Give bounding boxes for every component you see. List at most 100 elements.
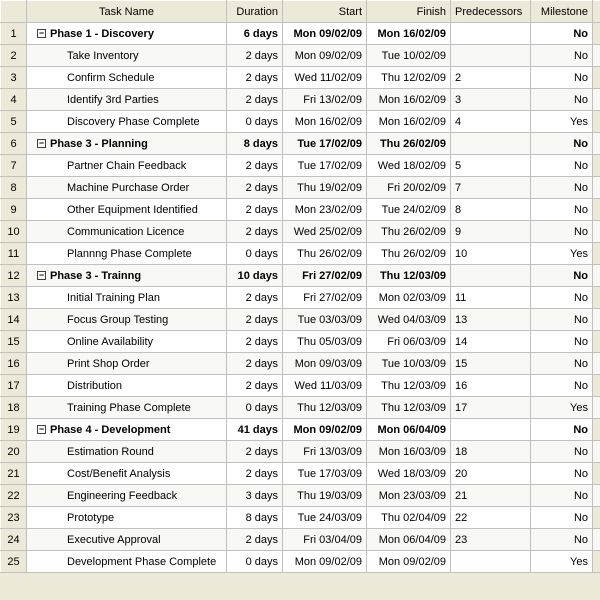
task-name-cell[interactable]: Machine Purchase Order <box>27 177 227 199</box>
milestone-cell[interactable]: No <box>531 133 593 155</box>
duration-cell[interactable]: 2 days <box>227 67 283 89</box>
start-cell[interactable]: Thu 19/02/09 <box>283 177 367 199</box>
row-number[interactable]: 23 <box>1 507 27 529</box>
table-row[interactable]: 25Development Phase Complete0 daysMon 09… <box>1 551 600 573</box>
predecessors-cell[interactable]: 2 <box>451 67 531 89</box>
col-header-milestone[interactable]: Milestone <box>531 1 593 23</box>
table-row[interactable]: 9Other Equipment Identified2 daysMon 23/… <box>1 199 600 221</box>
start-cell[interactable]: Fri 27/02/09 <box>283 287 367 309</box>
row-number[interactable]: 7 <box>1 155 27 177</box>
start-cell[interactable]: Tue 24/03/09 <box>283 507 367 529</box>
start-cell[interactable]: Mon 09/03/09 <box>283 353 367 375</box>
table-row[interactable]: 15Online Availability2 daysThu 05/03/09F… <box>1 331 600 353</box>
task-name-cell[interactable]: Print Shop Order <box>27 353 227 375</box>
duration-cell[interactable]: 6 days <box>227 23 283 45</box>
predecessors-cell[interactable] <box>451 45 531 67</box>
duration-cell[interactable]: 2 days <box>227 463 283 485</box>
predecessors-cell[interactable]: 9 <box>451 221 531 243</box>
task-name-cell[interactable]: Other Equipment Identified <box>27 199 227 221</box>
duration-cell[interactable]: 2 days <box>227 375 283 397</box>
table-row[interactable]: 18Training Phase Complete0 daysThu 12/03… <box>1 397 600 419</box>
milestone-cell[interactable]: No <box>531 331 593 353</box>
predecessors-cell[interactable]: 16 <box>451 375 531 397</box>
task-name-cell[interactable]: Take Inventory <box>27 45 227 67</box>
start-cell[interactable]: Wed 11/03/09 <box>283 375 367 397</box>
row-number[interactable]: 13 <box>1 287 27 309</box>
duration-cell[interactable]: 2 days <box>227 353 283 375</box>
milestone-cell[interactable]: No <box>531 67 593 89</box>
row-number[interactable]: 24 <box>1 529 27 551</box>
task-name-cell[interactable]: Estimation Round <box>27 441 227 463</box>
duration-cell[interactable]: 10 days <box>227 265 283 287</box>
table-row[interactable]: 8Machine Purchase Order2 daysThu 19/02/0… <box>1 177 600 199</box>
predecessors-cell[interactable] <box>451 23 531 45</box>
milestone-cell[interactable]: Yes <box>531 243 593 265</box>
row-number[interactable]: 6 <box>1 133 27 155</box>
predecessors-cell[interactable] <box>451 133 531 155</box>
predecessors-cell[interactable]: 5 <box>451 155 531 177</box>
finish-cell[interactable]: Fri 20/02/09 <box>367 177 451 199</box>
col-header-pred[interactable]: Predecessors <box>451 1 531 23</box>
task-name-cell[interactable]: Plannng Phase Complete <box>27 243 227 265</box>
table-row[interactable]: 12−Phase 3 - Trainng10 daysFri 27/02/09T… <box>1 265 600 287</box>
finish-cell[interactable]: Wed 04/03/09 <box>367 309 451 331</box>
row-number[interactable]: 3 <box>1 67 27 89</box>
start-cell[interactable]: Thu 26/02/09 <box>283 243 367 265</box>
start-cell[interactable]: Fri 13/03/09 <box>283 441 367 463</box>
col-header-start[interactable]: Start <box>283 1 367 23</box>
finish-cell[interactable]: Thu 26/02/09 <box>367 221 451 243</box>
start-cell[interactable]: Mon 23/02/09 <box>283 199 367 221</box>
task-name-cell[interactable]: Partner Chain Feedback <box>27 155 227 177</box>
row-number[interactable]: 25 <box>1 551 27 573</box>
finish-cell[interactable]: Tue 10/03/09 <box>367 353 451 375</box>
finish-cell[interactable]: Mon 16/02/09 <box>367 89 451 111</box>
row-number[interactable]: 15 <box>1 331 27 353</box>
table-row[interactable]: 16Print Shop Order2 daysMon 09/03/09Tue … <box>1 353 600 375</box>
start-cell[interactable]: Thu 19/03/09 <box>283 485 367 507</box>
finish-cell[interactable]: Mon 09/02/09 <box>367 551 451 573</box>
finish-cell[interactable]: Mon 23/03/09 <box>367 485 451 507</box>
task-grid[interactable]: Task Name Duration Start Finish Predeces… <box>0 0 600 573</box>
task-name-cell[interactable]: −Phase 3 - Planning <box>27 133 227 155</box>
start-cell[interactable]: Tue 17/03/09 <box>283 463 367 485</box>
table-row[interactable]: 4Identify 3rd Parties2 daysFri 13/02/09M… <box>1 89 600 111</box>
duration-cell[interactable]: 8 days <box>227 133 283 155</box>
predecessors-cell[interactable]: 21 <box>451 485 531 507</box>
finish-cell[interactable]: Thu 12/02/09 <box>367 67 451 89</box>
task-name-cell[interactable]: −Phase 1 - Discovery <box>27 23 227 45</box>
duration-cell[interactable]: 2 days <box>227 441 283 463</box>
start-cell[interactable]: Tue 03/03/09 <box>283 309 367 331</box>
milestone-cell[interactable]: No <box>531 529 593 551</box>
start-cell[interactable]: Mon 09/02/09 <box>283 551 367 573</box>
task-name-cell[interactable]: Executive Approval <box>27 529 227 551</box>
start-cell[interactable]: Mon 16/02/09 <box>283 111 367 133</box>
duration-cell[interactable]: 8 days <box>227 507 283 529</box>
duration-cell[interactable]: 2 days <box>227 309 283 331</box>
task-name-cell[interactable]: Online Availability <box>27 331 227 353</box>
row-number[interactable]: 2 <box>1 45 27 67</box>
milestone-cell[interactable]: No <box>531 419 593 441</box>
table-row[interactable]: 13Initial Training Plan2 daysFri 27/02/0… <box>1 287 600 309</box>
row-number[interactable]: 11 <box>1 243 27 265</box>
task-name-cell[interactable]: Cost/Benefit Analysis <box>27 463 227 485</box>
task-name-cell[interactable]: Initial Training Plan <box>27 287 227 309</box>
predecessors-cell[interactable]: 10 <box>451 243 531 265</box>
milestone-cell[interactable]: No <box>531 23 593 45</box>
milestone-cell[interactable]: No <box>531 199 593 221</box>
table-row[interactable]: 14Focus Group Testing2 daysTue 03/03/09W… <box>1 309 600 331</box>
duration-cell[interactable]: 0 days <box>227 111 283 133</box>
start-cell[interactable]: Thu 05/03/09 <box>283 331 367 353</box>
predecessors-cell[interactable]: 17 <box>451 397 531 419</box>
table-row[interactable]: 22Engineering Feedback3 daysThu 19/03/09… <box>1 485 600 507</box>
row-number[interactable]: 14 <box>1 309 27 331</box>
finish-cell[interactable]: Mon 06/04/09 <box>367 529 451 551</box>
finish-cell[interactable]: Mon 16/03/09 <box>367 441 451 463</box>
duration-cell[interactable]: 2 days <box>227 45 283 67</box>
predecessors-cell[interactable]: 22 <box>451 507 531 529</box>
table-row[interactable]: 19−Phase 4 - Development41 daysMon 09/02… <box>1 419 600 441</box>
task-name-cell[interactable]: Engineering Feedback <box>27 485 227 507</box>
row-number[interactable]: 22 <box>1 485 27 507</box>
duration-cell[interactable]: 2 days <box>227 177 283 199</box>
predecessors-cell[interactable]: 7 <box>451 177 531 199</box>
start-cell[interactable]: Tue 17/02/09 <box>283 155 367 177</box>
